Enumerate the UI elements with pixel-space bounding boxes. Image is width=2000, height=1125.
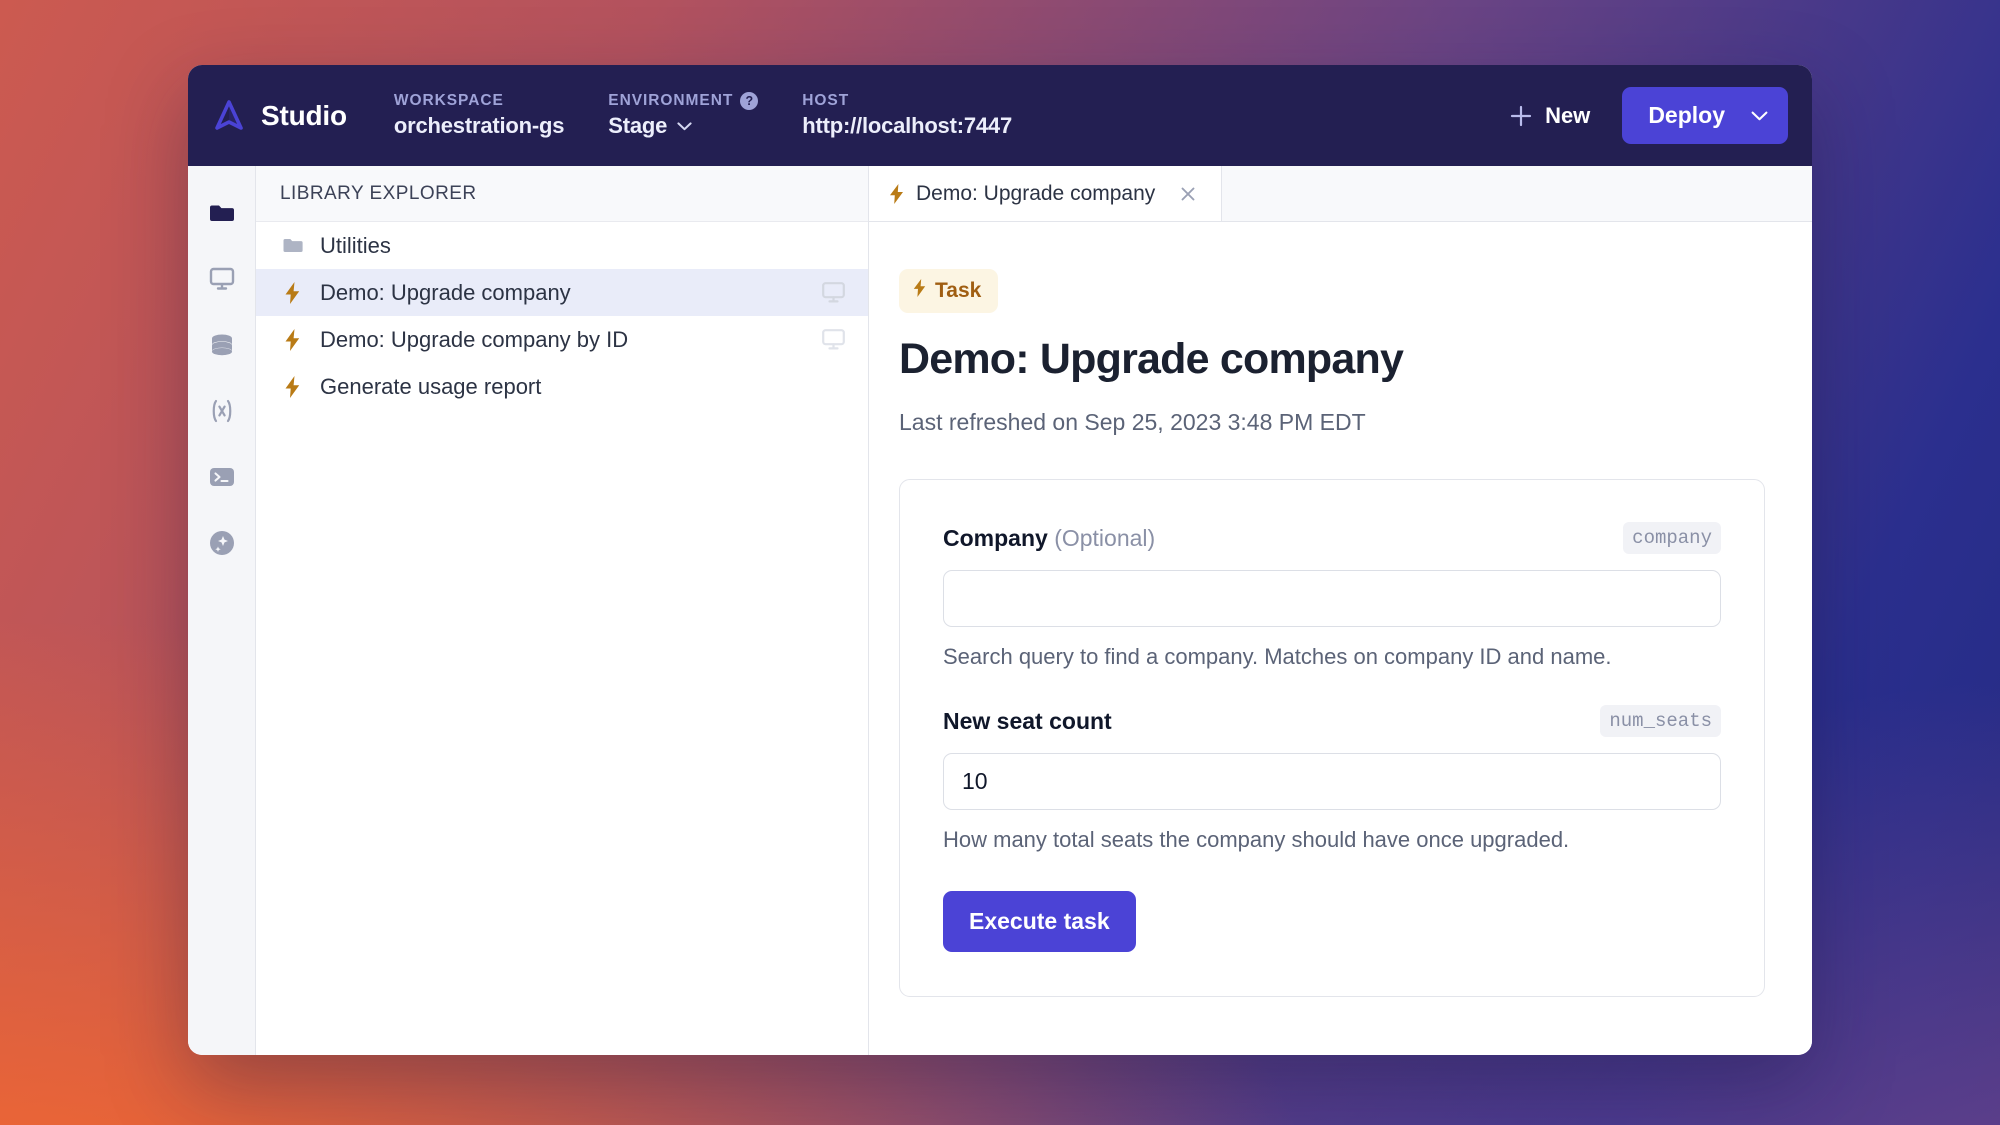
environment-value-row: Stage bbox=[608, 113, 758, 139]
environment-label-row: ENVIRONMENT ? bbox=[608, 92, 759, 110]
terminal-icon bbox=[208, 464, 236, 490]
lightning-icon bbox=[889, 183, 904, 205]
brand[interactable]: Studio bbox=[210, 97, 347, 135]
lightning-icon bbox=[913, 278, 926, 304]
environment-value: Stage bbox=[608, 113, 668, 138]
top-bar: Studio WORKSPACE orchestration-gs ENVIRO… bbox=[188, 65, 1812, 166]
close-icon[interactable] bbox=[1177, 183, 1199, 205]
environment-selector[interactable]: ENVIRONMENT ? Stage bbox=[608, 92, 759, 139]
last-refreshed-text: Last refreshed on Sep 25, 2023 3:48 PM E… bbox=[899, 409, 1366, 435]
list-item-label: Utilities bbox=[320, 232, 391, 258]
tab-strip: Demo: Upgrade company bbox=[869, 166, 1812, 222]
library-explorer-panel: LIBRARY EXPLORER Utilities Demo: Upgrade… bbox=[256, 166, 869, 1055]
main-panel: Demo: Upgrade company Task Demo: Upgrade… bbox=[869, 166, 1812, 1055]
plus-icon bbox=[1510, 105, 1532, 127]
sparkle-icon bbox=[208, 529, 236, 557]
rail-item-resources[interactable] bbox=[201, 324, 243, 366]
rail-item-sessions[interactable] bbox=[201, 258, 243, 300]
field-company-label-text: Company bbox=[943, 524, 1048, 551]
field-num-seats: New seat count num_seats How many total … bbox=[943, 705, 1721, 853]
list-item[interactable]: Demo: Upgrade company by ID bbox=[256, 316, 868, 363]
field-company: Company (Optional) company Search query … bbox=[943, 522, 1721, 670]
field-company-header: Company (Optional) company bbox=[943, 522, 1721, 554]
list-item-label: Demo: Upgrade company by ID bbox=[320, 326, 629, 352]
host-display: HOST http://localhost:7447 bbox=[802, 92, 1012, 139]
monitor-icon[interactable] bbox=[821, 328, 846, 351]
task-content: Task Demo: Upgrade company Last refreshe… bbox=[869, 222, 1812, 1055]
workspace-label: WORKSPACE bbox=[393, 92, 504, 109]
rail-item-ai[interactable] bbox=[201, 522, 243, 564]
status-badge: Task bbox=[899, 269, 999, 313]
new-button[interactable]: New bbox=[1500, 95, 1600, 137]
rail-item-library[interactable] bbox=[201, 192, 243, 234]
lightning-icon bbox=[280, 375, 305, 399]
library-tree: Utilities Demo: Upgrade company Demo: Up… bbox=[256, 222, 868, 410]
field-num-seats-key: num_seats bbox=[1600, 705, 1721, 737]
list-item[interactable]: Demo: Upgrade company bbox=[256, 269, 868, 316]
field-num-seats-header: New seat count num_seats bbox=[943, 705, 1721, 737]
num-seats-input[interactable] bbox=[943, 753, 1721, 810]
top-bar-actions: New Deploy bbox=[1500, 87, 1788, 144]
field-company-label: Company (Optional) bbox=[943, 525, 1155, 552]
execute-task-button[interactable]: Execute task bbox=[943, 891, 1136, 952]
variable-icon bbox=[208, 398, 236, 424]
chevron-down-icon[interactable] bbox=[1751, 111, 1768, 121]
field-num-seats-help: How many total seats the company should … bbox=[943, 827, 1570, 852]
page-title: Demo: Upgrade company bbox=[899, 335, 1404, 383]
icon-rail bbox=[188, 166, 256, 1055]
tab-demo-upgrade-company[interactable]: Demo: Upgrade company bbox=[869, 166, 1223, 221]
company-input[interactable] bbox=[943, 570, 1721, 627]
chevron-down-icon[interactable] bbox=[677, 121, 692, 131]
folder-icon bbox=[280, 236, 305, 255]
monitor-icon[interactable] bbox=[821, 281, 846, 304]
list-item-label: Demo: Upgrade company bbox=[320, 279, 571, 305]
field-company-optional: (Optional) bbox=[1054, 524, 1156, 551]
host-value: http://localhost:7447 bbox=[802, 113, 1012, 138]
deploy-button-label: Deploy bbox=[1648, 102, 1725, 128]
lightning-icon bbox=[280, 328, 305, 352]
status-badge-label: Task bbox=[935, 279, 982, 302]
lightning-icon bbox=[280, 281, 305, 305]
rail-item-variables[interactable] bbox=[201, 390, 243, 432]
brand-name: Studio bbox=[261, 99, 347, 131]
workspace-selector[interactable]: WORKSPACE orchestration-gs bbox=[393, 92, 565, 139]
environment-label: ENVIRONMENT bbox=[608, 92, 734, 109]
field-num-seats-label: New seat count bbox=[943, 708, 1112, 735]
workspace-value: orchestration-gs bbox=[393, 113, 565, 138]
task-parameters-form: Company (Optional) company Search query … bbox=[899, 479, 1765, 997]
help-circle-icon[interactable]: ? bbox=[740, 92, 759, 110]
field-num-seats-label-text: New seat count bbox=[943, 707, 1112, 734]
airplane-logo-icon bbox=[210, 97, 248, 135]
monitor-icon bbox=[208, 266, 236, 292]
new-button-label: New bbox=[1545, 102, 1591, 128]
list-item[interactable]: Generate usage report bbox=[256, 363, 868, 410]
database-icon bbox=[208, 332, 236, 358]
library-explorer-title: LIBRARY EXPLORER bbox=[256, 166, 868, 222]
rail-item-terminal[interactable] bbox=[201, 456, 243, 498]
list-item-label: Generate usage report bbox=[320, 373, 542, 399]
field-company-help: Search query to find a company. Matches … bbox=[943, 644, 1612, 669]
app-window: Studio WORKSPACE orchestration-gs ENVIRO… bbox=[188, 65, 1812, 1055]
list-item[interactable]: Utilities bbox=[256, 222, 868, 269]
tab-label: Demo: Upgrade company bbox=[916, 181, 1156, 205]
app-body: LIBRARY EXPLORER Utilities Demo: Upgrade… bbox=[188, 166, 1812, 1055]
host-label: HOST bbox=[802, 92, 850, 109]
deploy-button[interactable]: Deploy bbox=[1622, 87, 1788, 144]
field-company-key: company bbox=[1623, 522, 1721, 554]
folder-icon bbox=[208, 201, 236, 225]
